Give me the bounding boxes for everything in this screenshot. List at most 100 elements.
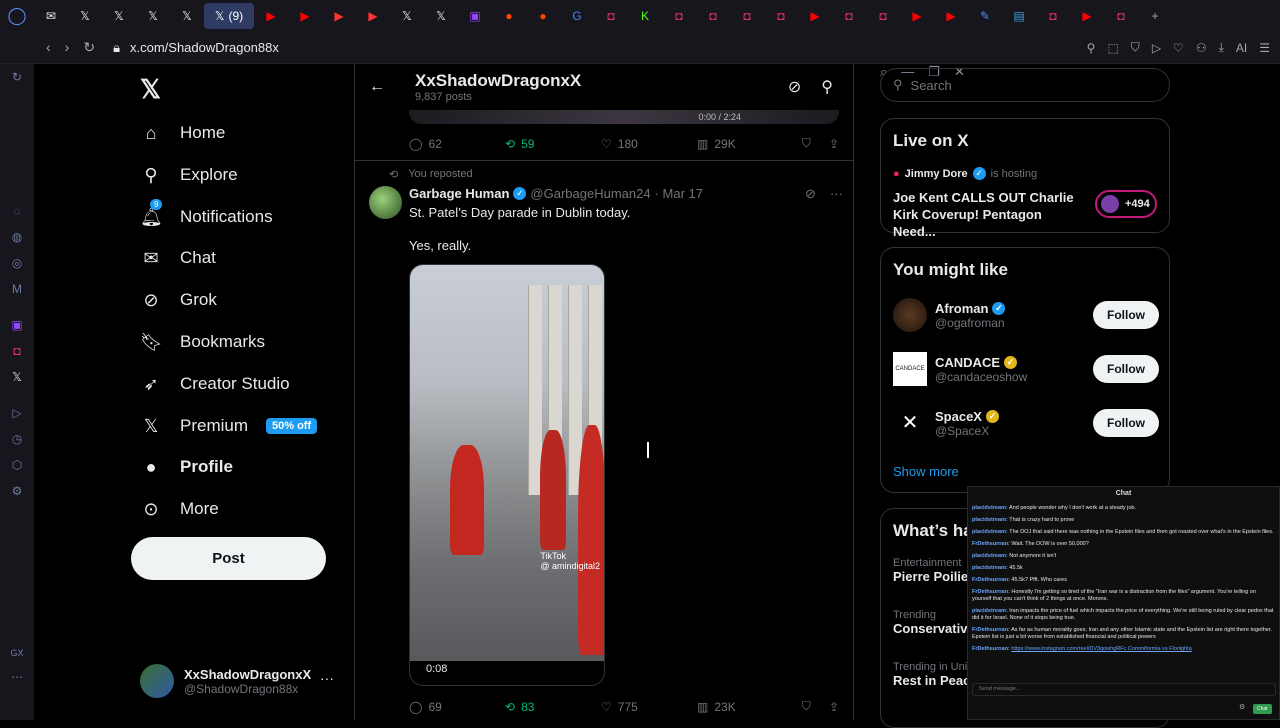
tab-instagram-icon[interactable]: ◘ bbox=[1036, 3, 1070, 29]
snapshot-icon[interactable]: ⬚ bbox=[1107, 41, 1118, 55]
sidebar-more-icon[interactable]: ⋯ bbox=[0, 670, 34, 684]
tab-google-icon[interactable]: G bbox=[560, 3, 594, 29]
tab-instagram-icon[interactable]: ◘ bbox=[662, 3, 696, 29]
chat-settings-icon[interactable]: ⚙ bbox=[1239, 703, 1245, 711]
tab-instagram-icon[interactable]: ◘ bbox=[696, 3, 730, 29]
nav-notifications[interactable]: 🔔︎ 9 Notifications bbox=[140, 198, 273, 232]
sidebar-instagram-icon[interactable]: ◘ bbox=[0, 344, 34, 358]
chat-send-button[interactable]: Chat bbox=[1253, 704, 1272, 714]
tweet-date[interactable]: · Mar 17 bbox=[655, 186, 703, 201]
forward-icon[interactable]: › bbox=[65, 39, 70, 56]
tweet-video[interactable]: TikTok @ amindigital2 0:08 bbox=[409, 264, 605, 686]
nav-chat[interactable]: ✉ Chat bbox=[140, 243, 215, 273]
nav-premium[interactable]: 𝕏 Premium 50% off bbox=[140, 411, 318, 441]
chat-input[interactable]: Send message... bbox=[972, 683, 1276, 696]
tab-x-icon[interactable]: 𝕏 bbox=[390, 3, 424, 29]
repost-button[interactable]: ⟲ 59 bbox=[505, 137, 601, 151]
url-field[interactable]: 🔒︎ x.com/ShadowDragon88x bbox=[113, 40, 279, 56]
nav-home[interactable]: ⌂ Home bbox=[140, 118, 226, 148]
chat-user[interactable]: placidstream: bbox=[972, 565, 1008, 571]
back-arrow-icon[interactable]: ← bbox=[355, 78, 399, 96]
nav-more[interactable]: ⊙ More bbox=[140, 494, 218, 524]
nav-grok[interactable]: ⊘ Grok bbox=[140, 285, 216, 315]
follow-button[interactable]: Follow bbox=[1093, 409, 1159, 437]
tab-twitch-icon[interactable]: ▣ bbox=[458, 3, 492, 29]
like-button[interactable]: ♡ 180 bbox=[601, 137, 697, 151]
tab-youtube-icon[interactable]: ▶ bbox=[900, 3, 934, 29]
live-listener-count[interactable]: +494 bbox=[1095, 190, 1157, 218]
shield-icon[interactable]: ⛉ bbox=[1131, 40, 1140, 55]
follow-button[interactable]: Follow bbox=[1093, 301, 1159, 329]
follow-button[interactable]: Follow bbox=[1093, 355, 1159, 383]
tab-x-active[interactable]: 𝕏 (9) bbox=[204, 3, 254, 29]
back-icon[interactable]: ‹ bbox=[46, 39, 51, 56]
tab-youtube-icon[interactable]: ▶ bbox=[254, 3, 288, 29]
x-logo-icon[interactable]: 𝕏 bbox=[140, 74, 161, 105]
views-button[interactable]: ▥ 29K bbox=[697, 137, 793, 151]
chat-user[interactable]: placidstream: bbox=[972, 608, 1008, 614]
tab-youtube-icon[interactable]: ▶ bbox=[288, 3, 322, 29]
pin-icon[interactable]: ⚲ bbox=[1087, 41, 1096, 55]
tab-video-icon[interactable]: ▶ bbox=[356, 3, 390, 29]
account-name[interactable]: CANDACE bbox=[935, 355, 1000, 370]
account-name[interactable]: SpaceX bbox=[935, 409, 982, 424]
chat-user[interactable]: placidstream: bbox=[972, 529, 1008, 535]
tab-x-icon[interactable]: 𝕏 bbox=[424, 3, 458, 29]
sidebar-history-icon[interactable]: ◷ bbox=[0, 432, 34, 446]
more-icon[interactable]: ··· bbox=[830, 186, 843, 202]
sidebar-twitch-icon[interactable]: ▣ bbox=[0, 318, 34, 332]
tab-instagram-icon[interactable]: ◘ bbox=[730, 3, 764, 29]
bookmark-icon[interactable]: ⛉ bbox=[802, 699, 811, 714]
sidebar-settings-icon[interactable]: ⚙ bbox=[0, 484, 34, 498]
repost-button[interactable]: ⟲ 83 bbox=[505, 700, 601, 714]
nav-profile[interactable]: ● Profile bbox=[140, 452, 233, 482]
tab-instagram-icon[interactable]: ◘ bbox=[832, 3, 866, 29]
sidebar-player-icon[interactable]: ▷ bbox=[0, 406, 34, 420]
tab-youtube-icon[interactable]: ▶ bbox=[934, 3, 968, 29]
play-icon[interactable]: ▷ bbox=[1152, 41, 1161, 55]
tab-x-icon[interactable]: 𝕏 bbox=[68, 3, 102, 29]
share-icon[interactable]: ⇪ bbox=[829, 137, 839, 151]
tab-x-icon[interactable]: 𝕏 bbox=[102, 3, 136, 29]
chat-user[interactable]: placidstream: bbox=[972, 505, 1008, 511]
chat-user[interactable]: FrDethsurnan: bbox=[972, 627, 1010, 633]
reload-icon[interactable]: ↻ bbox=[83, 39, 95, 56]
grok-icon[interactable]: ⊘ bbox=[788, 77, 801, 97]
sidebar-reload-icon[interactable]: ↻ bbox=[0, 70, 34, 84]
sidebar-x-icon[interactable]: 𝕏 bbox=[0, 370, 34, 384]
sidebar-app-icon[interactable]: ◍ bbox=[0, 230, 34, 244]
opera-logo-icon[interactable]: ◯ bbox=[0, 0, 34, 32]
sidebar-extensions-icon[interactable]: ⬡ bbox=[0, 458, 34, 472]
ai-button[interactable]: AI bbox=[1236, 41, 1247, 55]
sidebar-gx-icon[interactable]: GX bbox=[0, 648, 34, 658]
tab-instagram-icon[interactable]: ◘ bbox=[594, 3, 628, 29]
avatar[interactable]: ✕ bbox=[893, 406, 927, 440]
tab-instagram-icon[interactable]: ◘ bbox=[1104, 3, 1138, 29]
tab-instagram-icon[interactable]: ◘ bbox=[866, 3, 900, 29]
account-icon[interactable]: ⚇ bbox=[1196, 41, 1207, 55]
tab-reddit-icon[interactable]: ● bbox=[526, 3, 560, 29]
tab-youtube-icon[interactable]: ▶ bbox=[1070, 3, 1104, 29]
menu-icon[interactable]: ☰ bbox=[1259, 41, 1270, 55]
grok-icon[interactable]: ⊘ bbox=[805, 186, 816, 202]
sidebar-aria-icon[interactable]: ◌ bbox=[0, 204, 34, 218]
tab-app-icon[interactable]: ▤ bbox=[1002, 3, 1036, 29]
nav-bookmarks[interactable]: 🔖︎ Bookmarks bbox=[140, 327, 265, 357]
nav-creator-studio[interactable]: ➶ Creator Studio bbox=[140, 369, 289, 399]
tab-gmail-icon[interactable]: ✉ bbox=[34, 3, 68, 29]
tab-x-icon[interactable]: 𝕏 bbox=[136, 3, 170, 29]
tweet-author[interactable]: Garbage Human bbox=[409, 186, 509, 201]
chat-user[interactable]: FrDethsurnan: bbox=[972, 589, 1010, 595]
avatar[interactable] bbox=[893, 298, 927, 332]
new-tab-icon[interactable]: + bbox=[1138, 3, 1172, 29]
tweet-avatar[interactable] bbox=[369, 186, 402, 219]
bookmark-icon[interactable]: ⛉ bbox=[802, 136, 811, 151]
previous-video-player[interactable]: 0:00 / 2:24 bbox=[409, 110, 839, 124]
tab-reddit-icon[interactable]: ● bbox=[492, 3, 526, 29]
trend-item[interactable]: Trending Conservativ bbox=[893, 609, 967, 636]
tab-x-icon[interactable]: 𝕏 bbox=[170, 3, 204, 29]
share-icon[interactable]: ⇪ bbox=[829, 700, 839, 714]
trend-item[interactable]: Entertainment Pierre Poilie bbox=[893, 557, 968, 584]
tweet-handle[interactable]: @GarbageHuman24 bbox=[530, 186, 650, 201]
trend-item[interactable]: Trending in Uni Rest in Peac bbox=[893, 661, 970, 688]
